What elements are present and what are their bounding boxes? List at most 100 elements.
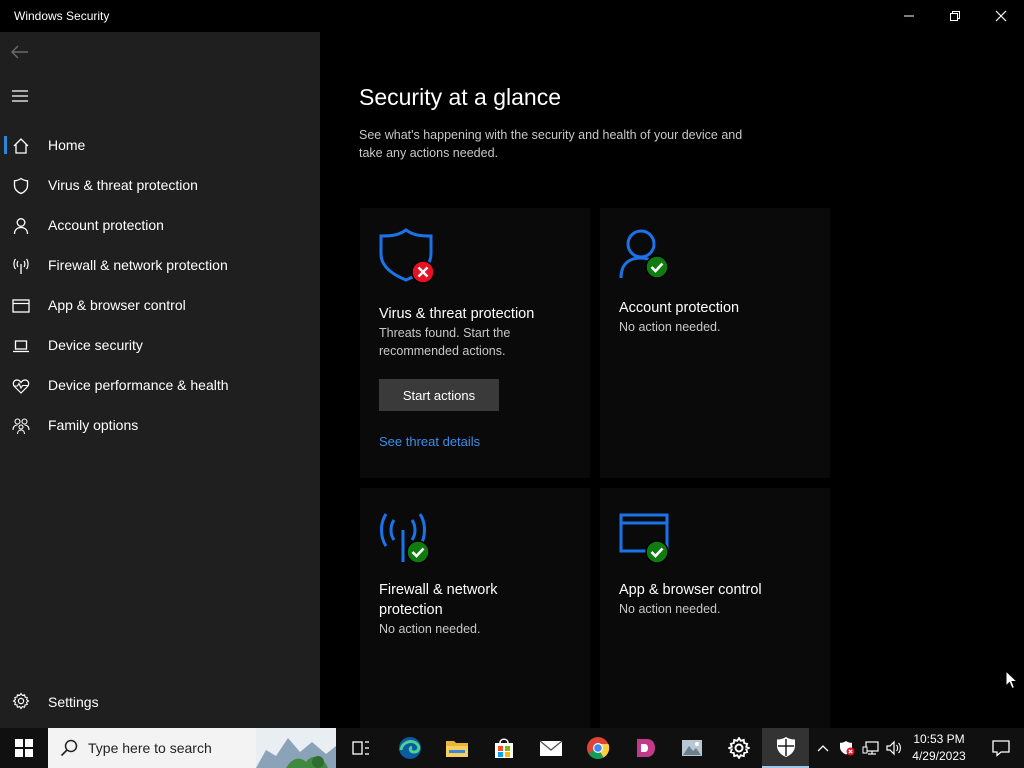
taskbar-search-box[interactable]: Type here to search (48, 728, 336, 768)
taskbar-mail[interactable] (527, 728, 574, 768)
sidebar-item-label: App & browser control (48, 297, 186, 313)
card-title: App & browser control (619, 582, 762, 598)
taskbar-photos[interactable] (668, 728, 715, 768)
card-status: No action needed. (619, 320, 721, 334)
tray-shield-warning-icon (840, 741, 855, 756)
clock-date: 4/29/2023 (912, 749, 966, 763)
windows-security-icon (776, 737, 795, 757)
network-icon (862, 741, 879, 755)
volume-icon (886, 740, 901, 756)
title-bar: Windows Security (0, 0, 1024, 32)
antenna-check-icon (379, 512, 437, 568)
start-actions-button[interactable]: Start actions (379, 379, 499, 411)
taskbar-file-explorer[interactable] (433, 728, 480, 768)
mouse-cursor-icon (1005, 670, 1019, 690)
edge-icon (398, 737, 421, 759)
clock-time: 10:53 PM (913, 732, 965, 746)
shield-icon (12, 177, 30, 195)
sidebar-item-virus-threat[interactable]: Virus & threat protection (0, 165, 320, 205)
person-icon (12, 217, 30, 235)
see-threat-details-link[interactable]: See threat details (379, 434, 480, 449)
settings-label: Settings (48, 694, 99, 710)
hamburger-icon (12, 90, 28, 102)
sidebar-item-account[interactable]: Account protection (0, 205, 320, 245)
card-firewall[interactable]: Firewall & network protection No action … (360, 488, 590, 728)
chevron-up-icon (817, 745, 829, 752)
page-description: See what's happening with the security a… (359, 128, 743, 160)
restore-icon (950, 11, 960, 21)
tray-network[interactable] (860, 728, 882, 768)
start-button[interactable] (0, 728, 48, 768)
sidebar-nav: Home Virus & threat protection Account p… (0, 125, 320, 445)
taskbar-clock[interactable]: 10:53 PM 4/29/2023 (904, 731, 974, 765)
show-hidden-icons-button[interactable] (812, 728, 834, 768)
card-status: No action needed. (619, 602, 721, 616)
main-content: Security at a glance See what's happenin… (320, 32, 1024, 728)
sidebar-item-label: Virus & threat protection (48, 177, 198, 193)
antenna-icon (12, 257, 30, 275)
sidebar-item-device-security[interactable]: Device security (0, 325, 320, 365)
taskbar-windows-security[interactable] (762, 728, 809, 768)
taskbar-settings[interactable] (715, 728, 762, 768)
card-status: No action needed. (379, 622, 481, 636)
page-title: Security at a glance (359, 84, 562, 110)
windows-logo-icon (15, 739, 33, 757)
sidebar-item-label: Device security (48, 337, 143, 353)
search-icon (60, 739, 78, 757)
card-account-protection[interactable]: Account protection No action needed. (600, 208, 830, 478)
close-icon (995, 10, 1007, 22)
mail-icon (539, 740, 562, 756)
file-explorer-icon (445, 741, 468, 757)
sidebar-item-label: Firewall & network protection (48, 257, 228, 273)
action-center-button[interactable] (978, 728, 1024, 768)
taskbar-chrome[interactable] (574, 728, 621, 768)
sidebar-item-label: Device performance & health (48, 377, 229, 393)
card-status: Threats found. Start the recommended act… (379, 326, 511, 358)
heart-pulse-icon (12, 377, 30, 395)
sidebar-item-settings[interactable]: Settings (0, 684, 320, 716)
person-check-icon (619, 228, 677, 284)
taskbar-store[interactable] (480, 728, 527, 768)
minimize-button[interactable] (886, 0, 932, 32)
task-view-icon (351, 741, 369, 755)
laptop-icon (12, 337, 30, 355)
browser-window-icon (12, 297, 30, 315)
store-icon (494, 738, 513, 758)
photos-icon (681, 740, 702, 756)
minimize-icon (904, 15, 914, 17)
card-title: Firewall & network protection (379, 582, 498, 618)
sidebar-item-performance[interactable]: Device performance & health (0, 365, 320, 405)
sidebar-item-label: Family options (48, 417, 139, 433)
sidebar-item-label: Account protection (48, 217, 164, 233)
card-title: Virus & threat protection (379, 306, 535, 322)
settings-icon (727, 737, 750, 759)
back-button[interactable] (8, 40, 32, 64)
close-button[interactable] (978, 0, 1024, 32)
sidebar: Home Virus & threat protection Account p… (0, 32, 320, 728)
chrome-icon (586, 737, 609, 759)
restore-button[interactable] (932, 0, 978, 32)
sidebar-item-family[interactable]: Family options (0, 405, 320, 445)
card-title: Account protection (619, 300, 740, 316)
search-highlight-illustration (256, 728, 336, 768)
sidebar-item-app-browser[interactable]: App & browser control (0, 285, 320, 325)
gear-icon (12, 692, 30, 710)
window-title: Windows Security (14, 9, 110, 23)
card-virus-threat[interactable]: Virus & threat protection Threats found.… (360, 208, 590, 478)
app-ds-icon (636, 739, 655, 757)
taskbar-ds-app[interactable] (621, 728, 668, 768)
home-icon (12, 137, 30, 155)
family-icon (12, 417, 30, 435)
taskbar-edge[interactable] (386, 728, 433, 768)
tray-volume[interactable] (883, 728, 905, 768)
shield-error-icon (379, 228, 437, 284)
taskbar-task-view[interactable] (337, 728, 384, 768)
menu-button[interactable] (8, 84, 32, 108)
sidebar-item-firewall[interactable]: Firewall & network protection (0, 245, 320, 285)
browser-window-check-icon (619, 512, 677, 568)
card-app-browser[interactable]: App & browser control No action needed. (600, 488, 830, 728)
sidebar-item-label: Home (48, 137, 86, 153)
search-placeholder: Type here to search (88, 740, 212, 756)
tray-security[interactable] (836, 728, 858, 768)
sidebar-item-home[interactable]: Home (0, 125, 320, 165)
